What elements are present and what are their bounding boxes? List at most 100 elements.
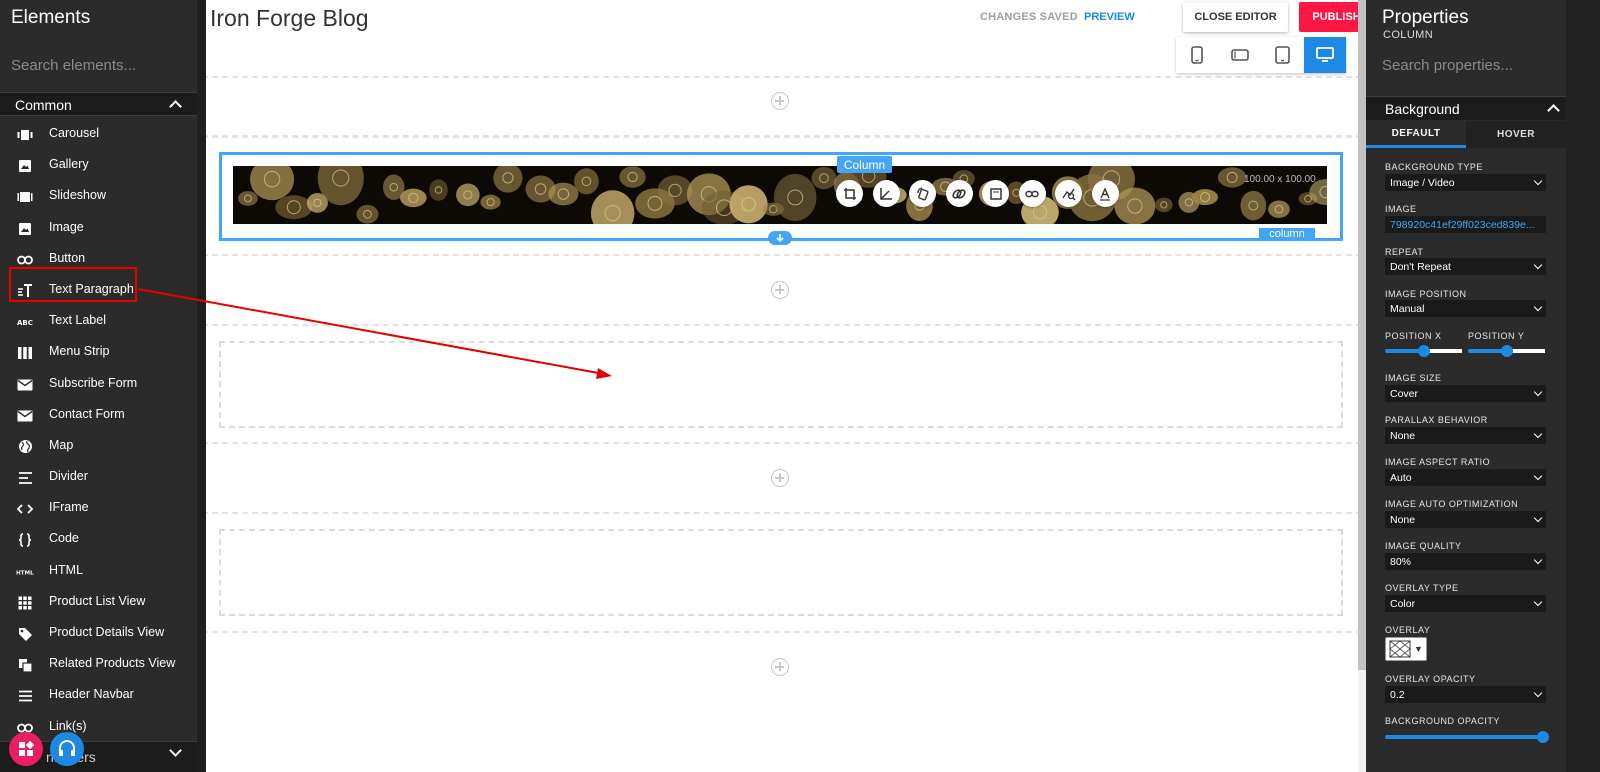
properties-panel: Properties COLUMN Background DEFAULT HOV… (1366, 0, 1600, 772)
unlink-tool-button[interactable] (945, 180, 973, 207)
chevron-up-icon (1547, 104, 1560, 117)
element-item-image[interactable]: Image (0, 213, 197, 244)
element-item-map[interactable]: Map (0, 431, 197, 462)
device-phone-landscape-button[interactable] (1219, 37, 1262, 73)
parallax-select[interactable]: None (1385, 427, 1546, 444)
repeat-select[interactable]: Don't Repeat (1385, 258, 1546, 275)
jewel-shape (574, 168, 599, 195)
column-background-image[interactable] (233, 166, 1327, 224)
empty-column[interactable] (219, 529, 1343, 616)
slider-thumb[interactable] (1501, 345, 1513, 357)
element-item-divider[interactable]: Divider (0, 462, 197, 493)
column-tag[interactable]: Column (837, 156, 892, 173)
element-item-label: Button (49, 250, 86, 265)
element-item-text-label[interactable]: ABC Text Label (0, 306, 197, 337)
properties-scrollbar[interactable] (1566, 0, 1600, 772)
widgets-fab-button[interactable] (9, 732, 43, 766)
overlay-color-picker[interactable]: ▼ (1385, 637, 1427, 661)
element-item-gallery[interactable]: Gallery (0, 150, 197, 181)
close-editor-button[interactable]: CLOSE EDITOR (1183, 2, 1288, 32)
image-search-tool-button[interactable] (1055, 180, 1082, 207)
crop-icon (843, 187, 856, 200)
elements-search-input[interactable] (11, 52, 186, 78)
add-section-icon[interactable] (771, 469, 789, 487)
jewel-shape (400, 188, 427, 208)
jewel-shape (1217, 167, 1247, 188)
auto-optimization-select[interactable]: None (1385, 511, 1546, 528)
parallax-label: PARALLAX BEHAVIOR (1385, 415, 1488, 425)
slider-thumb[interactable] (1537, 731, 1549, 743)
position-y-slider[interactable] (1468, 345, 1545, 357)
aspect-ratio-select[interactable]: Auto (1385, 469, 1546, 486)
element-item-product-list-view[interactable]: Product List View (0, 587, 197, 618)
empty-column[interactable] (219, 341, 1343, 428)
preview-button[interactable]: PREVIEW (1084, 11, 1135, 23)
jewel-shape (1154, 197, 1173, 213)
frame-tool-button[interactable] (982, 180, 1009, 207)
background-opacity-slider[interactable] (1385, 731, 1549, 743)
add-section-icon[interactable] (771, 281, 789, 299)
section-header-common[interactable]: Common (0, 92, 197, 116)
slideshow-icon (16, 188, 34, 206)
tab-hover[interactable]: HOVER (1466, 121, 1566, 148)
device-tablet-button[interactable] (1261, 37, 1304, 73)
add-section-icon[interactable] (771, 92, 789, 110)
element-item-related-products-view[interactable]: Related Products View (0, 649, 197, 680)
element-item-product-details-view[interactable]: Product Details View (0, 618, 197, 649)
jewel-shape (1268, 200, 1290, 218)
desktop-icon (1315, 47, 1334, 62)
column-label-tag[interactable]: column (1259, 228, 1315, 240)
overlay-opacity-select[interactable]: 0.2 (1385, 686, 1546, 703)
element-item-iframe[interactable]: IFrame (0, 493, 197, 524)
element-item-menu-strip[interactable]: Menu Strip (0, 337, 197, 368)
text-tool-button[interactable] (1091, 180, 1119, 207)
tab-default[interactable]: DEFAULT (1366, 121, 1466, 148)
element-item-label: IFrame (49, 500, 89, 515)
canvas-scrollbar-thumb[interactable] (1358, 0, 1366, 670)
element-item-html[interactable]: HTML HTML (0, 556, 197, 587)
slider-thumb[interactable] (1418, 345, 1430, 357)
section-header-background[interactable]: Background (1366, 96, 1566, 120)
element-item-label: Slideshow (49, 188, 106, 203)
image-filename-link[interactable]: 798920c41ef29ff023ced839e... (1385, 216, 1546, 233)
frame-icon (989, 187, 1002, 200)
add-section-icon[interactable] (771, 658, 789, 676)
device-desktop-button[interactable] (1303, 37, 1346, 73)
properties-search-input[interactable] (1382, 52, 1582, 78)
image-size-select[interactable]: Cover (1385, 385, 1546, 402)
headset-icon (59, 740, 75, 756)
quality-select[interactable]: 80% (1385, 553, 1546, 570)
image-label: IMAGE (1385, 204, 1417, 214)
device-phone-portrait-button[interactable] (1176, 37, 1219, 73)
abc-icon: ABC (16, 313, 34, 331)
element-item-header-navbar[interactable]: Header Navbar (0, 680, 197, 711)
position-x-slider[interactable] (1385, 345, 1462, 357)
overlay-type-select[interactable]: Color (1385, 595, 1546, 612)
elements-list: Carousel Gallery Slideshow Image Button Text … (0, 119, 197, 743)
left-panel-scrollbar[interactable] (197, 0, 206, 772)
element-item-label: Contact Form (49, 406, 125, 421)
properties-panel-title: Properties (1382, 7, 1469, 28)
element-item-carousel[interactable]: Carousel (0, 119, 197, 150)
element-item-slideshow[interactable]: Slideshow (0, 181, 197, 212)
element-item-label: Image (49, 219, 84, 234)
element-item-subscribe-form[interactable]: Subscribe Form (0, 369, 197, 400)
element-item-contact-form[interactable]: Contact Form (0, 400, 197, 431)
elements-panel: Elements Common Carousel Gallery Slideshow… (0, 0, 197, 772)
column-toolbar (836, 180, 1119, 207)
publish-button[interactable]: PUBLISH (1299, 2, 1358, 32)
rotate-tool-button[interactable] (909, 180, 936, 207)
crop-tool-button[interactable] (836, 180, 863, 207)
drag-handle[interactable] (768, 231, 792, 245)
link-tool-button[interactable] (1018, 180, 1046, 207)
jewel-shape (619, 166, 646, 188)
element-item-code[interactable]: Code (0, 524, 197, 555)
overlay-type-label: OVERLAY TYPE (1385, 583, 1459, 593)
page-builder-app: Elements Common Carousel Gallery Slideshow… (0, 0, 1600, 772)
element-item-label: Divider (49, 469, 88, 484)
image-position-select[interactable]: Manual (1385, 300, 1546, 317)
support-fab-button[interactable] (50, 732, 84, 766)
svg-text:HTML: HTML (16, 570, 34, 576)
angle-tool-button[interactable] (872, 180, 900, 207)
background-type-select[interactable]: Image / Video (1385, 174, 1546, 191)
